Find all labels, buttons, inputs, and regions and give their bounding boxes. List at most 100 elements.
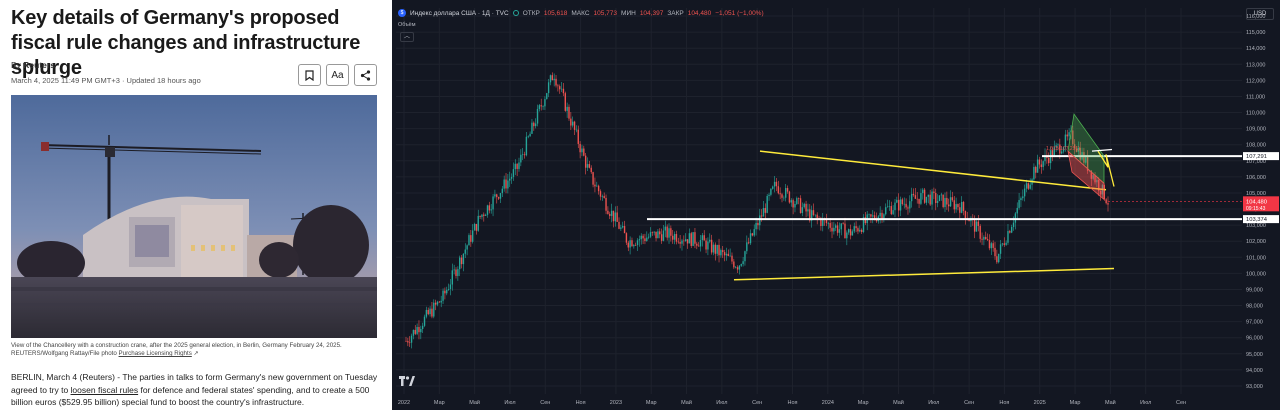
candle-body bbox=[542, 106, 544, 107]
candle-body bbox=[1038, 159, 1041, 165]
candle-body bbox=[796, 198, 798, 204]
symbol-title[interactable]: Индекс доллара США · 1Д · TVC bbox=[410, 10, 509, 17]
candle-body bbox=[484, 214, 487, 216]
time-tick-label: Мар bbox=[1070, 400, 1081, 406]
candle-body bbox=[960, 201, 963, 213]
candle-body bbox=[547, 82, 550, 94]
candle-body bbox=[1007, 231, 1009, 243]
candle-body bbox=[925, 196, 928, 203]
candle-body bbox=[512, 169, 515, 177]
candle-body bbox=[622, 226, 624, 228]
price-marker-label: 104,480 bbox=[1246, 199, 1267, 205]
candle-body bbox=[872, 215, 874, 217]
currency-selector[interactable]: USD bbox=[1246, 8, 1274, 20]
price-tick-label: 112,000 bbox=[1246, 78, 1265, 84]
candle-body bbox=[455, 269, 457, 276]
candle-body bbox=[714, 244, 717, 254]
candle-body bbox=[433, 302, 435, 317]
candle-body bbox=[922, 189, 924, 194]
candle-body bbox=[860, 229, 863, 233]
candle-body bbox=[779, 193, 781, 195]
candle-body bbox=[946, 197, 948, 205]
caption-credit: REUTERS/Wolfgang Rattay/File photo bbox=[11, 350, 117, 357]
candle-body bbox=[805, 203, 807, 212]
price-tick-label: 97,000 bbox=[1246, 320, 1263, 326]
candle-body bbox=[518, 162, 520, 169]
chart-canvas[interactable]: 116,000115,000114,000113,000112,000111,0… bbox=[392, 0, 1280, 410]
candle-body bbox=[907, 207, 909, 209]
article-dateline: March 4, 2025 11:49 PM GMT+3 · Updated 1… bbox=[11, 76, 201, 85]
candle-body bbox=[768, 194, 770, 196]
candle-body bbox=[788, 191, 791, 203]
candle-body bbox=[736, 267, 739, 270]
candle-body bbox=[690, 233, 692, 246]
candle-body bbox=[579, 143, 581, 153]
candle-body bbox=[572, 121, 574, 126]
candle-body bbox=[446, 289, 448, 294]
candle-body bbox=[534, 123, 537, 127]
font-size-button[interactable]: Aa bbox=[326, 64, 349, 86]
price-tick-label: 110,000 bbox=[1246, 111, 1265, 117]
candle-body bbox=[727, 253, 729, 256]
fiscal-rules-link[interactable]: loosen fiscal rules bbox=[71, 385, 139, 395]
candle-body bbox=[509, 178, 511, 181]
share-button[interactable] bbox=[354, 64, 377, 86]
chevron-up-icon: ︿ bbox=[403, 34, 410, 40]
candle-body bbox=[618, 221, 620, 229]
time-tick-label: 2024 bbox=[822, 400, 834, 406]
candle-body bbox=[588, 164, 591, 168]
candle-body bbox=[442, 290, 444, 301]
close-label: ЗАКР bbox=[667, 9, 684, 17]
candle-body bbox=[1025, 183, 1028, 189]
candle-body bbox=[609, 213, 611, 216]
author-link[interactable]: Reuters bbox=[23, 60, 55, 70]
tradingview-chart[interactable]: 116,000 115,000 114,000 113,000 112,000 111,0… bbox=[392, 0, 1280, 410]
candle-body bbox=[801, 207, 804, 213]
candle-body bbox=[586, 164, 589, 168]
candle-body bbox=[477, 215, 479, 231]
candle-body bbox=[510, 176, 513, 179]
candle-body bbox=[573, 121, 576, 130]
low-label: МИН bbox=[621, 9, 636, 17]
licensing-link[interactable]: Purchase Licensing Rights bbox=[119, 350, 192, 357]
candle-body bbox=[440, 300, 442, 303]
candle-body bbox=[481, 214, 483, 217]
candle-body bbox=[640, 235, 642, 240]
candle-body bbox=[418, 326, 420, 333]
bookmark-button[interactable] bbox=[298, 64, 321, 86]
candle-body bbox=[470, 235, 472, 242]
candle-body bbox=[755, 222, 757, 230]
candle-body bbox=[409, 342, 411, 344]
candle-body bbox=[447, 289, 450, 290]
article-tools: Aa bbox=[298, 64, 377, 86]
dollar-icon: $ bbox=[398, 9, 406, 17]
candle-body bbox=[935, 193, 937, 204]
candle-body bbox=[1016, 207, 1018, 214]
candle-body bbox=[938, 195, 941, 201]
candle-body bbox=[1040, 164, 1043, 168]
candle-body bbox=[799, 198, 802, 213]
candle-body bbox=[781, 194, 783, 198]
candle-body bbox=[753, 229, 755, 236]
candle-body bbox=[672, 235, 674, 240]
candle-body bbox=[627, 242, 629, 248]
volume-label[interactable]: Объём bbox=[398, 22, 416, 28]
candle-body bbox=[570, 118, 572, 126]
candle-body bbox=[709, 239, 711, 242]
collapse-legend-button[interactable]: ︿ bbox=[400, 32, 414, 42]
candle-body bbox=[577, 129, 579, 144]
candle-body bbox=[948, 204, 950, 207]
candle-body bbox=[964, 210, 967, 219]
candle-body bbox=[1105, 199, 1107, 204]
candle-body bbox=[636, 240, 639, 246]
candle-body bbox=[649, 232, 652, 237]
candle-body bbox=[770, 188, 772, 195]
candle-body bbox=[1066, 134, 1068, 137]
candle-body bbox=[846, 232, 848, 239]
photo-caption: View of the Chancellery with a construct… bbox=[11, 342, 377, 358]
price-tick-label: 115,000 bbox=[1246, 30, 1265, 36]
candle-body bbox=[742, 261, 744, 265]
candle-body bbox=[560, 88, 563, 90]
candle-body bbox=[431, 308, 433, 317]
candle-body bbox=[416, 326, 418, 334]
